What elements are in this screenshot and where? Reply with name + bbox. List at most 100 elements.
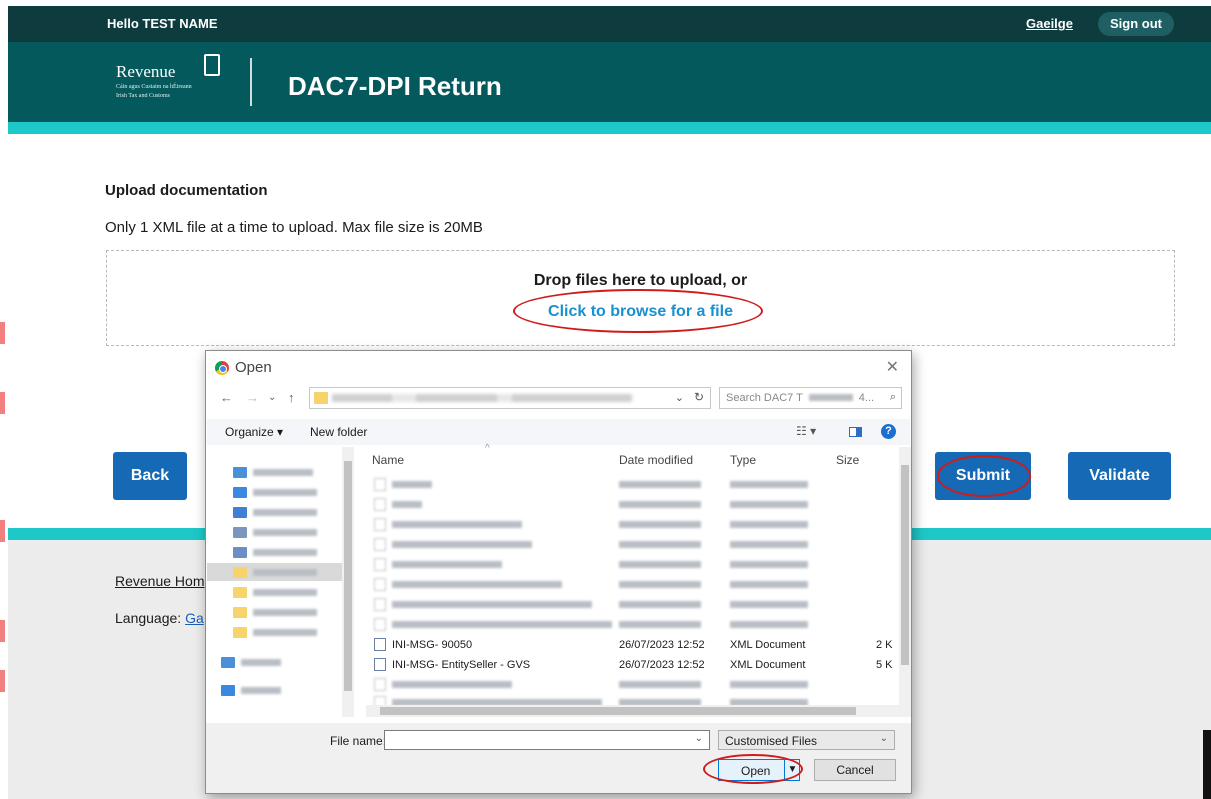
file-row[interactable] [366, 615, 896, 635]
blurred-text [808, 394, 853, 401]
validate-button[interactable]: Validate [1068, 452, 1171, 500]
vertical-scrollbar-thumb[interactable] [901, 465, 909, 665]
desktop-icon [233, 486, 247, 498]
blurred-text [392, 601, 592, 608]
revenue-logo[interactable]: Revenue Cáin agus Custaim na hÉireann Ir… [116, 62, 192, 100]
revenue-home-link[interactable]: Revenue Hom [115, 573, 205, 589]
file-name: INI-MSG- EntitySeller - GVS [392, 659, 531, 671]
file-list-horizontal-scrollbar[interactable] [366, 705, 911, 717]
nav-scrollbar[interactable] [342, 447, 354, 717]
logo-sub-english: Irish Tax and Customs [116, 93, 170, 99]
nav-item[interactable] [233, 485, 317, 499]
sort-caret-icon: ^ [485, 443, 490, 454]
up-arrow-icon[interactable]: ↑ [288, 390, 295, 405]
pictures-icon [233, 546, 247, 558]
back-arrow-icon[interactable]: ← [220, 390, 233, 405]
filter-value: Customised Files [725, 734, 818, 748]
file-row[interactable] [366, 675, 896, 695]
edge-artifact [0, 520, 5, 542]
nav-item[interactable] [233, 585, 317, 599]
file-row[interactable] [366, 535, 896, 555]
nav-item-selected[interactable] [207, 563, 343, 581]
dialog-bottom-bar: File name: ⌄ Customised Files ⌄ Open ▼ C… [206, 723, 911, 793]
file-list: ^ Name Date modified Type Size INI-MSG- … [366, 443, 911, 719]
back-button[interactable]: Back [113, 452, 187, 500]
forward-arrow-icon[interactable]: → [246, 390, 259, 405]
help-icon[interactable]: ? [881, 424, 896, 439]
file-icon [374, 478, 386, 491]
organize-menu[interactable]: Organize ▾ [225, 425, 283, 439]
file-row[interactable] [366, 555, 896, 575]
blurred-text [392, 681, 512, 688]
nav-item[interactable] [221, 683, 281, 697]
blurred-text [730, 541, 808, 548]
column-size[interactable]: Size [836, 453, 859, 467]
refresh-icon[interactable]: ↻ [694, 390, 704, 404]
blurred-text [392, 581, 562, 588]
folder-icon [233, 566, 247, 578]
file-row[interactable] [366, 475, 896, 495]
file-type [730, 559, 808, 571]
nav-item[interactable] [233, 625, 317, 639]
chevron-down-icon[interactable]: ⌄ [675, 391, 684, 404]
file-name [392, 579, 562, 591]
column-date-modified[interactable]: Date modified [619, 453, 693, 467]
nav-item[interactable] [233, 605, 317, 619]
file-type [730, 599, 808, 611]
file-row[interactable] [366, 515, 896, 535]
search-placeholder: Search DAC7 T 4... [726, 392, 874, 404]
blurred-text [241, 686, 281, 694]
file-type-filter[interactable]: Customised Files ⌄ [718, 730, 895, 750]
file-row[interactable]: INI-MSG- 90050 26/07/2023 12:52 XML Docu… [366, 635, 896, 655]
search-input[interactable]: Search DAC7 T 4... ⌕ [719, 387, 902, 409]
cancel-button[interactable]: Cancel [814, 759, 896, 781]
file-list-vertical-scrollbar[interactable] [899, 447, 911, 705]
blurred-text [619, 501, 701, 508]
edge-artifact [0, 322, 5, 344]
folder-icon [233, 626, 247, 638]
file-name [392, 499, 422, 511]
nav-item[interactable] [233, 465, 313, 479]
file-row[interactable]: INI-MSG- EntitySeller - GVS 26/07/2023 1… [366, 655, 896, 675]
close-icon[interactable]: ✕ [886, 357, 899, 377]
annotation-ellipse [513, 289, 763, 333]
file-row[interactable] [366, 575, 896, 595]
open-file-dialog: Open ✕ ← → ⌄ ↑ ⌄ ↻ Search DAC7 T 4... ⌕ [205, 350, 912, 794]
gaeilge-link[interactable]: Gaeilge [1026, 16, 1073, 31]
network-icon [221, 684, 235, 696]
column-type[interactable]: Type [730, 453, 756, 467]
view-options-icon[interactable]: ☷ ▾ [796, 424, 816, 438]
nav-item[interactable] [233, 525, 317, 539]
chevron-down-icon: ⌄ [879, 733, 888, 744]
preview-pane-icon[interactable] [849, 427, 862, 437]
file-name [392, 619, 612, 631]
sign-out-button[interactable]: Sign out [1098, 12, 1174, 36]
footer-language-link[interactable]: Ga [185, 610, 204, 626]
blurred-text [392, 501, 422, 508]
upload-info: Only 1 XML file at a time to upload. Max… [105, 219, 483, 236]
logo-sub-irish: Cáin agus Custaim na hÉireann [116, 84, 192, 90]
nav-item[interactable] [221, 655, 281, 669]
annotation-ellipse [703, 754, 803, 784]
file-row[interactable] [366, 595, 896, 615]
file-name-field[interactable]: ⌄ [384, 730, 710, 750]
recent-chevron-icon[interactable]: ⌄ [268, 392, 276, 403]
file-row[interactable] [366, 495, 896, 515]
address-bar[interactable]: ⌄ ↻ [309, 387, 711, 409]
footer-language: Language: Ga [115, 610, 204, 626]
search-icon: ⌕ [889, 391, 896, 403]
navigation-pane [207, 447, 354, 717]
file-name [392, 479, 432, 491]
file-date [619, 539, 701, 551]
horizontal-scrollbar-thumb[interactable] [380, 707, 856, 715]
chevron-down-icon[interactable]: ⌄ [695, 733, 703, 744]
nav-item[interactable] [233, 505, 317, 519]
file-type [730, 619, 808, 631]
nav-scrollbar-thumb[interactable] [344, 461, 352, 691]
blurred-text [253, 628, 317, 636]
nav-item[interactable] [233, 545, 317, 559]
column-name[interactable]: Name [372, 453, 404, 467]
blurred-text [730, 501, 808, 508]
new-folder-button[interactable]: New folder [310, 425, 367, 439]
edge-artifact [0, 620, 5, 642]
